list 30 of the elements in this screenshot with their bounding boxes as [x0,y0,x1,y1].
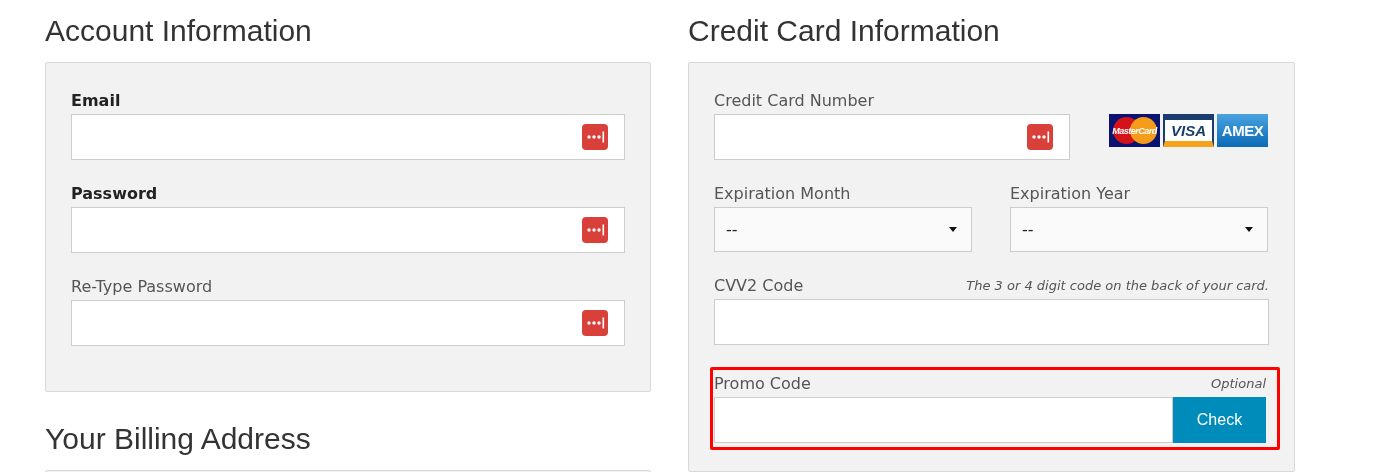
input-field[interactable] [71,114,625,160]
input-field[interactable] [714,299,1269,345]
visa-logo: VISA [1163,114,1214,147]
check-button[interactable]: Check [1173,397,1266,443]
input-field[interactable] [71,300,625,346]
section-heading: Your Billing Address [45,421,311,457]
amex-logo: AMEX [1217,114,1268,147]
select-field[interactable]: -- [1010,207,1268,252]
promo-code-field[interactable] [714,397,1173,443]
field-note: Optional [1211,375,1266,393]
caret-icon [1245,227,1253,232]
field-label: Expiration Year [1010,183,1132,205]
field-label: Promo Code [714,373,811,395]
select-field[interactable]: -- [714,207,972,252]
field-hint: The 3 or 4 digit code on the back of your card. [966,277,1269,295]
field-label: Expiration Month [714,183,852,205]
card-number-field[interactable] [714,114,1070,160]
password-manager-icon[interactable] [582,124,608,150]
field-label: Credit Card Number [714,90,875,112]
field-label: Email [71,90,122,112]
input-field[interactable] [71,207,625,253]
password-manager-icon[interactable] [582,310,608,336]
caret-icon [949,227,957,232]
password-manager-icon[interactable] [1027,124,1053,150]
password-manager-icon[interactable] [582,217,608,243]
field-label: Re-Type Password [71,276,214,298]
field-label: CVV2 Code [714,275,804,297]
section-heading: Account Information [45,13,312,49]
field-label: Password [71,183,159,205]
section-heading: Credit Card Information [688,13,1000,49]
